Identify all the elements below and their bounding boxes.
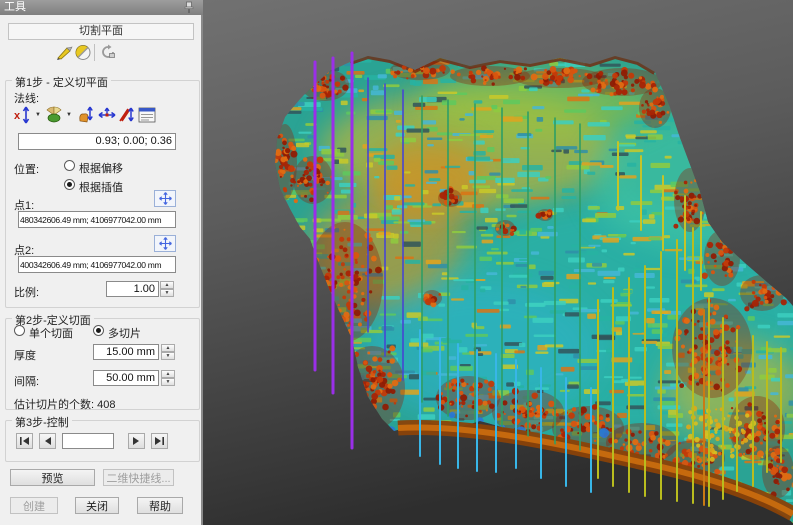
spacing-label: 间隔: — [14, 373, 39, 389]
two-point-normal-icon[interactable] — [97, 105, 117, 125]
point-cloud-scene — [203, 0, 793, 525]
view-direction-icon[interactable] — [44, 105, 64, 125]
radio-by-offset[interactable] — [64, 160, 75, 171]
svg-text:x: x — [14, 110, 21, 122]
pick-normal-icon[interactable] — [76, 105, 96, 125]
pick-axis-icon[interactable] — [117, 105, 137, 125]
disable-plane-icon[interactable] — [74, 44, 92, 61]
scale-input[interactable]: 1.00 — [106, 281, 159, 297]
shortcut-2d-button[interactable]: 二维快捷线... — [103, 469, 174, 486]
axis-dropdown-arrow[interactable]: ▼ — [35, 112, 41, 118]
normal-vector-input[interactable]: 0.93; 0.00; 0.36 — [18, 133, 176, 150]
close-button[interactable]: 关闭 — [75, 497, 119, 514]
slice-index-field[interactable] — [62, 433, 114, 449]
first-slice-button[interactable] — [16, 433, 33, 449]
step1-label: 第1步 - 定义切平面 — [12, 74, 111, 90]
point2-input[interactable]: 400342606.49 mm; 4106977042.00 mm — [18, 256, 176, 273]
next-slice-button[interactable] — [128, 433, 145, 449]
spacing-spinner[interactable]: ▲▼ — [161, 370, 175, 386]
point1-pick-button[interactable] — [154, 190, 176, 207]
viewport-3d[interactable] — [203, 0, 793, 525]
spacing-input[interactable]: 50.00 mm — [93, 370, 159, 386]
previous-icon — [43, 436, 52, 446]
previous-slice-button[interactable] — [39, 433, 56, 449]
next-icon — [132, 436, 141, 446]
radio-by-interpolation[interactable] — [64, 179, 75, 190]
help-button[interactable]: 帮助 — [137, 497, 183, 514]
radio-single-section[interactable] — [14, 325, 25, 336]
create-button[interactable]: 创建 — [10, 497, 58, 514]
tools-panel: 工具 切割平面 第1步 - 定义切平面 法线: — [0, 0, 203, 525]
numeric-dialog-icon[interactable] — [137, 105, 157, 125]
tab-cutting-plane[interactable]: 切割平面 — [8, 23, 194, 40]
thickness-input[interactable]: 15.00 mm — [93, 344, 159, 360]
skip-first-icon — [19, 436, 30, 446]
point2-pick-button[interactable] — [154, 235, 176, 252]
panel-title: 工具 — [4, 1, 26, 13]
preview-button[interactable]: 预览 — [10, 469, 95, 486]
thickness-label: 厚度 — [14, 347, 36, 363]
radio-multi-slice-label[interactable]: 多切片 — [108, 325, 141, 341]
last-slice-button[interactable] — [151, 433, 168, 449]
step3-label: 第3步-控制 — [12, 414, 72, 430]
pick-cross-icon — [159, 237, 172, 250]
view-dropdown-arrow[interactable]: ▼ — [66, 112, 72, 118]
radio-multi-slice[interactable] — [93, 325, 104, 336]
edit-plane-icon[interactable] — [56, 44, 74, 61]
axis-x-normal-icon[interactable]: x — [13, 105, 33, 125]
radio-single-section-label[interactable]: 单个切面 — [29, 325, 73, 341]
slice-count-estimate: 估计切片的个数: 408 — [14, 396, 115, 412]
thickness-spinner[interactable]: ▲▼ — [161, 344, 175, 360]
skip-last-icon — [154, 436, 165, 446]
radio-by-offset-label[interactable]: 根据偏移 — [79, 160, 123, 176]
application-window: 工具 切割平面 第1步 - 定义切平面 法线: — [0, 0, 793, 525]
radio-by-interpolation-label[interactable]: 根据插值 — [79, 179, 123, 195]
toolbar-separator — [94, 44, 95, 61]
panel-titlebar[interactable]: 工具 — [0, 0, 203, 15]
settings-rotate-icon[interactable] — [99, 44, 117, 61]
point1-input[interactable]: 480342606.49 mm; 4106977042.00 mm — [18, 211, 176, 228]
pin-icon[interactable] — [183, 1, 195, 14]
scale-label: 比例: — [14, 284, 39, 300]
position-label: 位置: — [14, 161, 39, 177]
scale-spinner[interactable]: ▲▼ — [160, 281, 174, 297]
normal-label: 法线: — [14, 90, 39, 106]
pick-cross-icon — [159, 192, 172, 205]
